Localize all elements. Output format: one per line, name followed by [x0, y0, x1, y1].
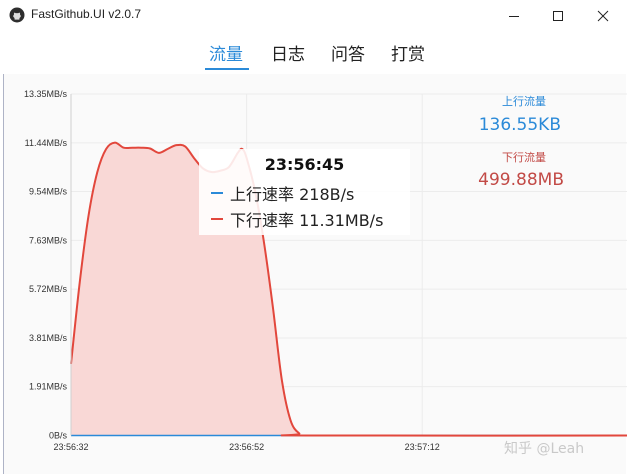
download-series-swatch: [211, 218, 223, 220]
y-tick-label: 0B/s: [49, 431, 68, 441]
x-tick-label: 23:56:32: [53, 442, 88, 452]
tooltip-download-row: 下行速率 11.31MB/s: [211, 207, 383, 231]
tooltip-time: 23:56:45: [264, 155, 345, 174]
upload-total-value: 136.55KB: [478, 115, 561, 135]
y-tick-label: 1.91MB/s: [29, 382, 68, 392]
chart-tooltip: 23:56:45 上行速率 218B/s 下行速率 11.31MB/s: [199, 149, 410, 235]
y-tick-label: 9.54MB/s: [29, 186, 68, 196]
tooltip-upload-text: 上行速率 218B/s: [230, 185, 355, 204]
y-tick-label: 11.44MB/s: [25, 138, 68, 148]
x-tick-label: 23:57:12: [405, 442, 440, 452]
upload-series-swatch: [211, 192, 223, 194]
tooltip-upload-row: 上行速率 218B/s: [211, 181, 354, 205]
download-total-value: 499.88MB: [478, 170, 564, 190]
traffic-chart: 0B/s 1.91MB/s 3.81MB/s 5.72MB/s 7.63MB/s 9.54…: [24, 89, 627, 452]
upload-total-label: 上行流量: [502, 95, 546, 108]
download-total-label: 下行流量: [502, 151, 546, 164]
x-tick-label: 23:56:52: [229, 442, 264, 452]
y-tick-label: 7.63MB/s: [29, 235, 68, 245]
y-tick-label: 3.81MB/s: [29, 333, 68, 343]
y-tick-label: 13.35MB/s: [24, 89, 68, 99]
y-tick-label: 5.72MB/s: [29, 284, 68, 294]
tooltip-download-text: 下行速率 11.31MB/s: [230, 211, 384, 230]
watermark: 知乎 @Leah: [504, 441, 585, 457]
